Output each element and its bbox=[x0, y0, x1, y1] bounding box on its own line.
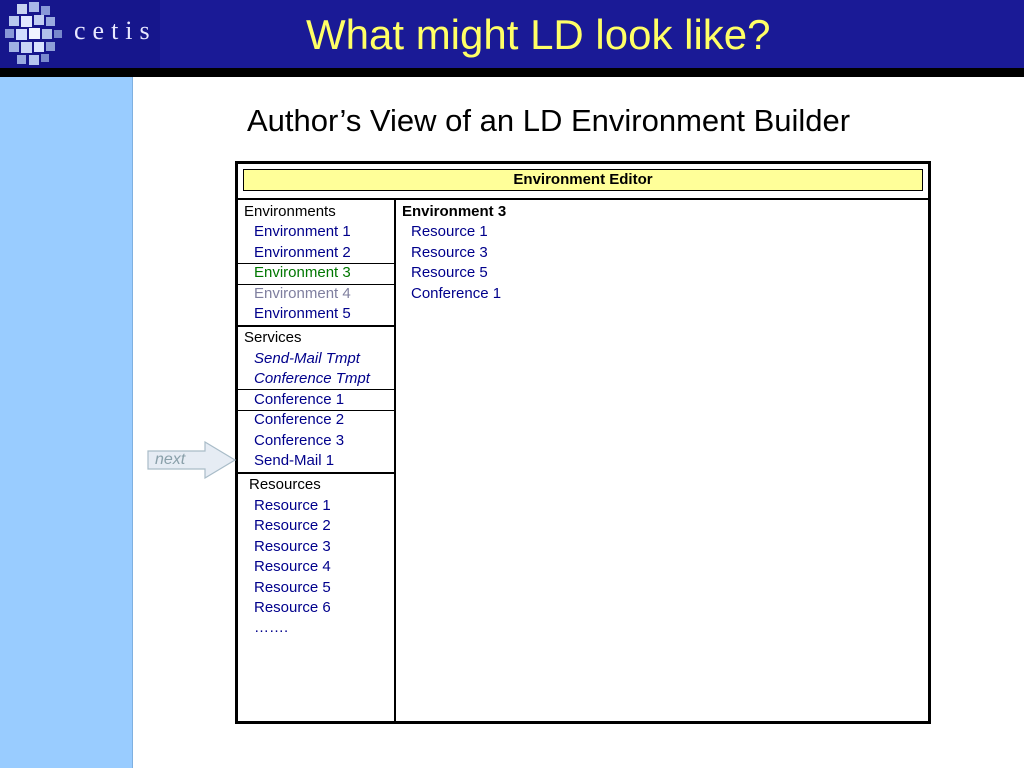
more-resources-ellipsis[interactable]: ……. bbox=[254, 618, 288, 638]
resource-item[interactable]: Resource 6 bbox=[254, 598, 331, 618]
header-divider bbox=[0, 68, 1024, 77]
editor-title-row: Environment Editor bbox=[238, 164, 928, 200]
cube-logo-icon bbox=[5, 2, 62, 65]
service-item[interactable]: Conference 2 bbox=[254, 410, 344, 430]
resource-item[interactable]: Resource 1 bbox=[254, 496, 331, 516]
service-item[interactable]: Conference 1 bbox=[254, 390, 344, 410]
environment-item[interactable]: Environment 2 bbox=[254, 243, 351, 263]
resource-item[interactable]: Resource 4 bbox=[254, 557, 331, 577]
environment-item[interactable]: Environment 4 bbox=[254, 284, 351, 304]
environment-item-selected[interactable]: Environment 3 bbox=[254, 263, 351, 283]
logo-wordmark: cetis bbox=[74, 16, 157, 45]
detail-item[interactable]: Resource 5 bbox=[411, 263, 488, 283]
editor-title: Environment Editor bbox=[243, 169, 923, 191]
detail-heading: Environment 3 bbox=[402, 203, 507, 220]
resource-item[interactable]: Resource 3 bbox=[254, 537, 331, 557]
service-item[interactable]: Conference 3 bbox=[254, 431, 344, 451]
service-template-item[interactable]: Send-Mail Tmpt bbox=[254, 349, 360, 369]
service-template-item[interactable]: Conference Tmpt bbox=[254, 369, 370, 389]
resources-heading: Resources bbox=[249, 476, 321, 493]
slide-subtitle: Author’s View of an LD Environment Build… bbox=[247, 103, 851, 138]
resource-item[interactable]: Resource 2 bbox=[254, 516, 331, 536]
cetis-logo: cetis bbox=[0, 0, 160, 68]
service-item[interactable]: Send-Mail 1 bbox=[254, 451, 334, 471]
slide-title: What might LD look like? bbox=[306, 11, 771, 58]
header-bar: cetis What might LD look like? bbox=[0, 0, 1024, 68]
environments-heading: Environments bbox=[244, 203, 336, 220]
navigator-column: Environments Environment 1 Environment 2… bbox=[238, 200, 396, 721]
detail-item[interactable]: Resource 3 bbox=[411, 243, 488, 263]
detail-item[interactable]: Conference 1 bbox=[411, 284, 501, 304]
environment-item[interactable]: Environment 1 bbox=[254, 222, 351, 242]
next-label: next bbox=[155, 451, 186, 468]
environment-detail-column: Environment 3 Resource 1 Resource 3 Reso… bbox=[396, 200, 928, 721]
environment-editor-panel: Environment Editor Environments Environm… bbox=[235, 161, 931, 724]
services-heading: Services bbox=[244, 329, 302, 346]
section-divider bbox=[238, 472, 394, 474]
left-sidebar bbox=[0, 77, 133, 768]
resource-item[interactable]: Resource 5 bbox=[254, 578, 331, 598]
environment-item[interactable]: Environment 5 bbox=[254, 304, 351, 324]
section-divider bbox=[238, 325, 394, 327]
detail-item[interactable]: Resource 1 bbox=[411, 222, 488, 242]
